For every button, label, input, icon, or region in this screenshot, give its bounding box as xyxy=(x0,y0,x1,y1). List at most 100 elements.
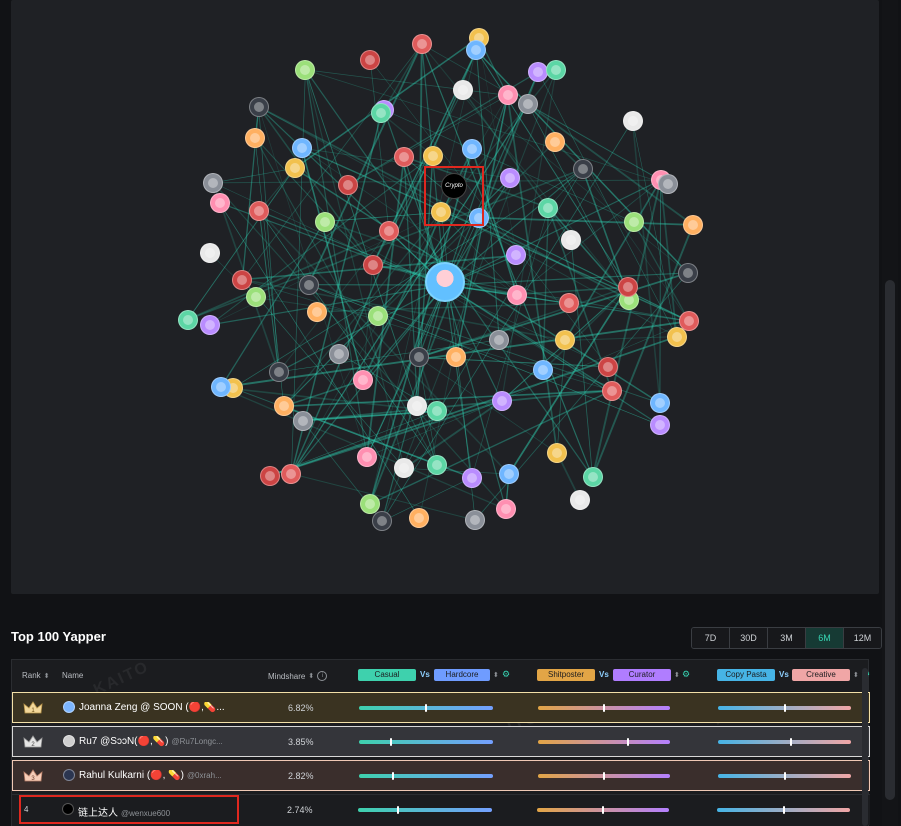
sort-icon[interactable]: ⬍ xyxy=(308,672,314,680)
avatar-node[interactable] xyxy=(314,211,335,232)
avatar-node[interactable] xyxy=(622,110,643,131)
avatar-node[interactable] xyxy=(378,221,399,242)
avatar-node[interactable] xyxy=(273,396,294,417)
avatar-node[interactable] xyxy=(452,80,473,101)
info-icon[interactable]: i xyxy=(317,671,328,681)
avatar-node[interactable] xyxy=(199,314,220,335)
avatar-face xyxy=(278,401,289,412)
avatar-node[interactable] xyxy=(291,138,312,159)
range-3m[interactable]: 3M xyxy=(768,628,806,648)
table-row[interactable]: 2 Ru7 @SɔɔN(🔴,💊) @Ru7Longc... 3.85% xyxy=(12,726,870,757)
avatar-node[interactable] xyxy=(426,454,447,475)
avatar-node[interactable] xyxy=(232,269,253,290)
avatar-node[interactable] xyxy=(292,410,313,431)
avatar-node[interactable] xyxy=(177,309,198,330)
avatar-face xyxy=(204,319,215,330)
avatar-node[interactable] xyxy=(682,214,703,235)
user-name[interactable]: Rahul Kulkarni (🔴, 💊) @0xrah... xyxy=(79,770,222,781)
table-row[interactable]: 1 Joanna Zeng @ SOON (🔴,💊... 6.82% xyxy=(12,692,870,723)
avatar-node[interactable] xyxy=(284,158,305,179)
avatar-face xyxy=(552,448,563,459)
avatar-node[interactable] xyxy=(491,390,512,411)
table-scrollbar[interactable] xyxy=(862,668,868,826)
avatar-node[interactable] xyxy=(495,499,516,520)
avatar-node[interactable] xyxy=(203,172,224,193)
gear-icon[interactable]: ⚙ xyxy=(682,669,690,680)
avatar-node[interactable] xyxy=(649,415,670,436)
range-7d[interactable]: 7D xyxy=(692,628,730,648)
user-handle: @0xrah... xyxy=(186,771,222,780)
copypasta-creative-marker xyxy=(783,772,786,780)
avatar-node[interactable] xyxy=(411,34,432,55)
avatar-face xyxy=(237,274,248,285)
sort-icon[interactable]: ⬍ xyxy=(853,671,859,679)
avatar-node[interactable] xyxy=(356,446,377,467)
avatar-node[interactable] xyxy=(337,175,358,196)
bronze-crown-icon: 3 xyxy=(23,769,43,782)
avatar-node[interactable] xyxy=(497,85,518,106)
silver-crown-icon: 2 xyxy=(23,735,43,748)
gear-icon[interactable]: ⚙ xyxy=(502,669,510,680)
avatar-node[interactable] xyxy=(498,464,519,485)
avatar-node[interactable] xyxy=(244,127,265,148)
range-30d[interactable]: 30D xyxy=(730,628,768,648)
avatar-node[interactable] xyxy=(248,96,269,117)
avatar-node[interactable] xyxy=(546,59,567,80)
avatar-node[interactable] xyxy=(408,347,429,368)
user-name[interactable]: Joanna Zeng @ SOON (🔴,💊... xyxy=(79,702,225,713)
page-scrollbar[interactable] xyxy=(882,0,898,826)
avatar-node[interactable] xyxy=(506,284,527,305)
avatar-node[interactable] xyxy=(569,489,590,510)
user-name[interactable]: Ru7 @SɔɔN(🔴,💊) @Ru7Longc... xyxy=(79,736,223,747)
avatar-node[interactable] xyxy=(544,132,565,152)
avatar-node[interactable] xyxy=(623,212,644,233)
avatar-face xyxy=(432,406,443,417)
avatar-face xyxy=(249,132,260,143)
avatar-face xyxy=(431,459,442,470)
avatar-node[interactable] xyxy=(461,467,482,488)
avatar-node[interactable] xyxy=(598,356,619,377)
avatar[interactable] xyxy=(63,701,75,713)
casual-hardcore-bar xyxy=(358,808,492,812)
range-6m[interactable]: 6M xyxy=(806,628,844,648)
range-12m[interactable]: 12M xyxy=(844,628,881,648)
casual-hardcore-bar xyxy=(359,774,493,778)
sort-icon[interactable]: ⬍ xyxy=(493,671,499,679)
avatar-node[interactable] xyxy=(359,494,380,514)
annotation-highlight-crypto xyxy=(424,166,484,226)
rank-column-header[interactable]: Rank ⬍ xyxy=(22,671,50,680)
avatar-node[interactable] xyxy=(677,262,698,283)
avatar-node[interactable] xyxy=(489,329,510,350)
mindshare-column-header[interactable]: Mindshare ⬍ i xyxy=(268,671,328,681)
avatar-node[interactable] xyxy=(268,361,289,382)
avatar[interactable] xyxy=(63,769,75,781)
avatar-node[interactable] xyxy=(601,380,622,401)
avatar-node[interactable] xyxy=(649,393,670,414)
avatar-face xyxy=(365,55,376,65)
page-scrollbar-thumb[interactable] xyxy=(885,280,895,800)
avatar-node[interactable] xyxy=(666,326,687,347)
rank-header-label: Rank xyxy=(22,671,41,680)
avatar-face xyxy=(413,352,424,363)
avatar[interactable] xyxy=(63,735,75,747)
avatar-node[interactable] xyxy=(582,467,603,488)
sort-icon[interactable]: ⬍ xyxy=(44,672,50,680)
avatar-node[interactable] xyxy=(422,145,443,166)
sort-icon[interactable]: ⬍ xyxy=(674,671,680,679)
avatar-node[interactable] xyxy=(572,159,593,180)
avatar-node[interactable] xyxy=(362,254,383,275)
avatar-node[interactable] xyxy=(298,274,319,295)
avatar-node[interactable] xyxy=(209,192,230,213)
mindshare-value: 6.82% xyxy=(288,703,314,713)
avatar-node[interactable] xyxy=(306,301,327,322)
avatar-face xyxy=(511,289,522,300)
avatar-node[interactable] xyxy=(368,305,389,326)
center-avatar-node[interactable] xyxy=(425,262,465,302)
avatar-node[interactable] xyxy=(394,146,415,167)
avatar-face xyxy=(416,39,427,50)
shitposter-curator-marker xyxy=(603,704,605,712)
avatar-node[interactable] xyxy=(538,197,559,218)
table-row[interactable]: 3 Rahul Kulkarni (🔴, 💊) @0xrah... 2.82% xyxy=(12,760,870,791)
avatar-node[interactable] xyxy=(259,465,280,486)
avatar-node[interactable] xyxy=(617,277,638,298)
